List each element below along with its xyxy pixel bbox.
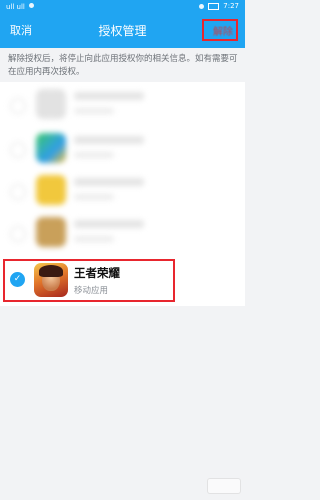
blurred-text <box>74 178 144 186</box>
watermark-logo <box>207 478 241 494</box>
blurred-text <box>74 152 114 158</box>
unbind-notice: 解除授权后，将停止向此应用授权你的相关信息。如有需要可在应用内再次授权。 <box>8 54 238 77</box>
blurred-text <box>74 108 114 114</box>
signal-icon: ull ull <box>6 3 25 11</box>
empty-area <box>0 306 245 500</box>
blurred-text <box>74 194 114 200</box>
app-name: 王者荣耀 <box>74 266 120 280</box>
alarm-icon <box>199 3 205 9</box>
radio-icon <box>10 142 26 158</box>
app-icon <box>36 133 66 163</box>
signal-group: ull ull <box>6 3 34 11</box>
app-type: 移动应用 <box>74 286 109 296</box>
wifi-icon <box>28 3 34 8</box>
list-item-blurred[interactable] <box>0 210 245 256</box>
app-icon <box>36 175 66 205</box>
battery-icon <box>208 2 220 10</box>
blurred-text <box>74 220 144 228</box>
status-right: 7:27 <box>199 2 239 10</box>
list-item-blurred[interactable] <box>0 168 245 214</box>
blurred-text <box>74 236 114 242</box>
status-time: 7:27 <box>223 2 239 10</box>
blurred-text <box>74 92 144 100</box>
app-icon <box>36 217 66 247</box>
app-icon <box>36 89 66 119</box>
list-item-blurred[interactable] <box>0 126 245 172</box>
radio-icon <box>10 184 26 200</box>
check-icon[interactable]: ✓ <box>10 272 25 287</box>
nav-header: 取消 授权管理 解除 <box>0 14 245 48</box>
blurred-text <box>74 136 144 144</box>
unbind-highlight-box: 解除 <box>202 19 238 41</box>
app-icon-wangzhe <box>34 263 68 297</box>
status-bar: ull ull 7:27 <box>0 0 245 14</box>
list-item-blurred[interactable] <box>0 82 245 128</box>
radio-icon <box>10 226 26 242</box>
unbind-button[interactable]: 解除 <box>213 23 233 38</box>
radio-icon <box>10 98 26 114</box>
hero-hair <box>39 265 63 277</box>
